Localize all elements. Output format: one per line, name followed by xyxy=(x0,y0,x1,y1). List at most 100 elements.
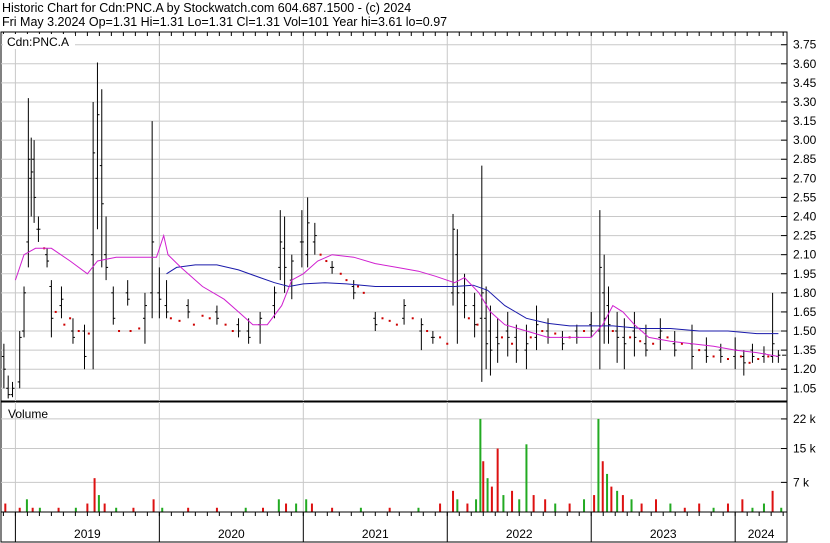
price-dot xyxy=(381,317,384,320)
volume-bar xyxy=(482,461,485,512)
x-tick-label: 2024 xyxy=(748,527,775,541)
price-panel: 3.75 3.60 3.45 3.30 3.15 3.00 2.85 2.70 2.55 2.40… xyxy=(0,31,817,402)
price-dot xyxy=(500,336,503,339)
price-tick-label: 2.85 xyxy=(793,152,817,166)
price-dot xyxy=(541,330,544,333)
price-dot xyxy=(426,330,429,333)
price-dot xyxy=(511,342,514,345)
price-dot xyxy=(319,253,322,256)
volume-bar xyxy=(741,499,744,512)
x-tick-label: 2020 xyxy=(218,527,245,541)
volume-bar xyxy=(479,418,482,512)
volume-bar xyxy=(277,499,280,512)
price-title: Cdn:PNC.A xyxy=(7,35,69,49)
volume-bar xyxy=(18,507,21,512)
price-dot xyxy=(666,336,669,339)
volume-bar xyxy=(621,495,624,512)
volume-bar xyxy=(597,418,600,512)
price-tick-label: 1.95 xyxy=(793,267,817,281)
volume-bar xyxy=(554,503,557,512)
volume-bar xyxy=(601,461,604,512)
x-axis: 2019 2020 2021 2022 2023 2024 xyxy=(0,511,788,543)
volume-bar xyxy=(780,507,783,512)
volume-bar xyxy=(726,503,729,512)
volume-bar xyxy=(466,503,469,512)
price-dot xyxy=(712,355,715,358)
volume-tick-label: 15 k xyxy=(793,442,817,456)
price-dot xyxy=(224,323,227,326)
price-dot xyxy=(345,279,348,282)
volume-bar xyxy=(359,507,362,512)
volume-bar xyxy=(452,490,455,512)
price-dot xyxy=(138,327,141,330)
x-tick-label: 2021 xyxy=(362,527,389,541)
price-tick-label: 2.70 xyxy=(793,171,817,185)
volume-bar xyxy=(655,499,657,512)
volume-bar xyxy=(25,499,28,512)
volume-bar xyxy=(310,503,313,512)
price-tick-label: 3.15 xyxy=(793,114,817,128)
volume-bar xyxy=(475,499,478,512)
volume-bar xyxy=(388,507,391,512)
price-dot xyxy=(118,330,121,333)
price-tick-label: 2.55 xyxy=(793,190,817,204)
volume-tick-label: 7 k xyxy=(793,475,810,489)
price-tick-label: 1.35 xyxy=(793,343,817,357)
volume-bar xyxy=(115,507,118,512)
volume-bar xyxy=(161,507,164,512)
volume-bar xyxy=(490,486,493,512)
price-dot xyxy=(529,336,532,339)
price-tick-label: 1.80 xyxy=(793,286,817,300)
price-dot xyxy=(208,317,211,320)
volume-bar xyxy=(593,495,596,512)
price-dot xyxy=(411,317,414,320)
volume-bar xyxy=(669,503,672,512)
price-dot xyxy=(129,330,132,333)
price-dot xyxy=(388,319,391,322)
x-tick-label: 2019 xyxy=(74,527,101,541)
price-dot xyxy=(87,332,90,335)
volume-bar xyxy=(244,507,247,512)
volume-bar xyxy=(31,507,34,512)
price-tick-label: 1.05 xyxy=(793,381,817,395)
volume-bar xyxy=(771,490,774,512)
volume-bar xyxy=(544,499,547,512)
volume-bar xyxy=(630,499,633,512)
price-tick-label: 2.40 xyxy=(793,210,817,224)
price-dot xyxy=(439,336,442,339)
volume-bar xyxy=(103,503,106,512)
volume-bar xyxy=(532,495,535,512)
price-dot xyxy=(362,291,365,294)
price-dot xyxy=(748,361,751,364)
price-dot xyxy=(357,285,360,288)
volume-bar xyxy=(152,499,155,512)
volume-bar xyxy=(568,503,571,512)
volume-bar xyxy=(215,507,218,512)
volume-bar xyxy=(486,478,489,512)
price-tick-label: 3.30 xyxy=(793,95,817,109)
price-dot xyxy=(395,323,398,326)
price-dot xyxy=(739,355,742,358)
price-dot xyxy=(63,323,66,326)
volume-bar xyxy=(331,507,334,512)
price-dot xyxy=(629,336,632,339)
price-dot xyxy=(192,323,195,326)
price-dot xyxy=(757,358,760,361)
price-tick-label: 1.50 xyxy=(793,324,817,338)
volume-bar xyxy=(74,507,77,512)
volume-bar xyxy=(583,499,586,512)
price-dot xyxy=(446,342,449,345)
price-dot xyxy=(77,330,80,333)
price-tick-label: 3.45 xyxy=(793,76,817,90)
volume-bar xyxy=(262,507,264,512)
price-dot xyxy=(178,319,181,322)
volume-bar xyxy=(525,444,528,512)
price-dot xyxy=(339,272,342,275)
volume-bar xyxy=(439,503,442,512)
price-tick-label: 3.00 xyxy=(793,133,817,147)
volume-bar xyxy=(187,507,190,512)
volume-bar xyxy=(610,486,613,512)
volume-bar xyxy=(295,503,298,512)
volume-bar xyxy=(762,503,765,512)
volume-bar xyxy=(698,503,701,512)
